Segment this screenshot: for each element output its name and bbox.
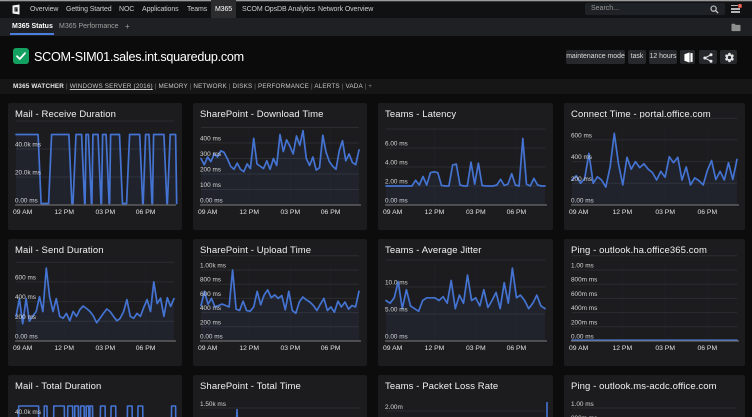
svg-text:600 ms: 600 ms [200, 291, 221, 298]
svg-text:06 PM: 06 PM [697, 209, 717, 216]
svg-text:2.00m: 2.00m [385, 404, 403, 411]
svg-text:06 PM: 06 PM [507, 345, 527, 352]
svg-text:0.00 ms: 0.00 ms [571, 198, 594, 205]
svg-text:06 PM: 06 PM [136, 209, 156, 216]
svg-text:12 PM: 12 PM [54, 209, 74, 216]
svg-text:600 ms: 600 ms [15, 274, 36, 281]
svg-text:6.00 ms: 6.00 ms [385, 141, 408, 148]
svg-text:200 ms: 200 ms [571, 176, 592, 183]
svg-text:400 ms: 400 ms [200, 305, 221, 312]
svg-text:12 PM: 12 PM [612, 209, 632, 216]
svg-text:800 ms: 800 ms [200, 277, 221, 284]
svg-text:03 PM: 03 PM [95, 209, 115, 216]
svg-text:40.0k ms: 40.0k ms [15, 142, 41, 149]
svg-text:09 AM: 09 AM [383, 345, 403, 352]
svg-text:06 PM: 06 PM [321, 345, 341, 352]
svg-text:400 ms: 400 ms [571, 154, 592, 161]
svg-text:09 AM: 09 AM [569, 345, 589, 352]
svg-text:03 PM: 03 PM [466, 209, 486, 216]
svg-text:600m ms: 600m ms [571, 291, 597, 298]
svg-text:0.00 ms: 0.00 ms [571, 334, 594, 341]
svg-text:0.00 ms: 0.00 ms [15, 334, 38, 341]
svg-text:06 PM: 06 PM [697, 345, 717, 352]
svg-text:4.00 ms: 4.00 ms [385, 160, 408, 167]
svg-text:12 PM: 12 PM [425, 209, 445, 216]
svg-text:1.00 ms: 1.00 ms [571, 401, 594, 408]
svg-text:09 AM: 09 AM [198, 345, 218, 352]
svg-text:09 AM: 09 AM [198, 209, 218, 216]
svg-text:09 AM: 09 AM [13, 209, 33, 216]
svg-text:1.00 ms: 1.00 ms [571, 263, 594, 270]
svg-text:03 PM: 03 PM [95, 345, 115, 352]
svg-text:12 PM: 12 PM [425, 345, 445, 352]
svg-text:20.0k ms: 20.0k ms [15, 170, 41, 177]
svg-text:200 ms: 200 ms [200, 319, 221, 326]
svg-text:06 PM: 06 PM [136, 345, 156, 352]
svg-text:400 ms: 400 ms [200, 136, 221, 143]
svg-text:09 AM: 09 AM [569, 209, 589, 216]
svg-text:0.00 ms: 0.00 ms [15, 198, 38, 205]
svg-text:09 AM: 09 AM [383, 209, 403, 216]
svg-text:12 PM: 12 PM [612, 345, 632, 352]
svg-text:1.50k ms: 1.50k ms [200, 401, 226, 408]
svg-text:10.0 ms: 10.0 ms [385, 280, 408, 287]
svg-text:400m ms: 400m ms [571, 305, 597, 312]
svg-text:200 ms: 200 ms [200, 167, 221, 174]
svg-text:40.0k ms: 40.0k ms [15, 409, 41, 416]
svg-text:03 PM: 03 PM [655, 345, 675, 352]
svg-text:1.00k ms: 1.00k ms [200, 263, 226, 270]
svg-text:06 PM: 06 PM [507, 209, 527, 216]
svg-text:03 PM: 03 PM [280, 345, 300, 352]
svg-text:12 PM: 12 PM [239, 345, 259, 352]
svg-text:400 ms: 400 ms [15, 294, 36, 301]
svg-text:12 PM: 12 PM [239, 209, 259, 216]
svg-text:200m ms: 200m ms [571, 319, 597, 326]
svg-text:0.00 ms: 0.00 ms [200, 198, 223, 205]
svg-text:600 ms: 600 ms [571, 132, 592, 139]
svg-text:800m ms: 800m ms [571, 277, 597, 284]
svg-text:0.00 ms: 0.00 ms [385, 198, 408, 205]
svg-text:12 PM: 12 PM [54, 345, 74, 352]
svg-text:09 AM: 09 AM [13, 345, 33, 352]
svg-text:0.00 ms: 0.00 ms [385, 334, 408, 341]
svg-text:300 ms: 300 ms [200, 151, 221, 158]
svg-text:03 PM: 03 PM [280, 209, 300, 216]
svg-text:200 ms: 200 ms [15, 314, 36, 321]
svg-text:03 PM: 03 PM [466, 345, 486, 352]
svg-text:03 PM: 03 PM [655, 209, 675, 216]
svg-text:06 PM: 06 PM [321, 209, 341, 216]
svg-text:100 ms: 100 ms [200, 182, 221, 189]
svg-text:2.00 ms: 2.00 ms [385, 179, 408, 186]
svg-text:0.00 ms: 0.00 ms [200, 334, 223, 341]
svg-text:5.00 ms: 5.00 ms [385, 307, 408, 314]
